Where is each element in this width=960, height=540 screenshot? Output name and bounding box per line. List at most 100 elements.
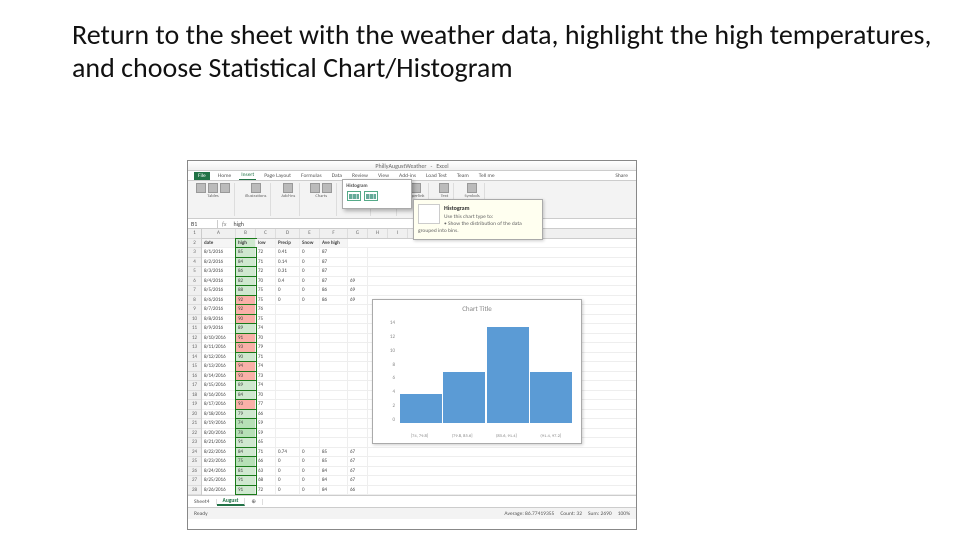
chart-bar[interactable] bbox=[400, 394, 442, 423]
table-row[interactable]: 8/25/20169168008467 bbox=[202, 476, 636, 486]
cell[interactable]: 8/3/2016 bbox=[202, 267, 236, 276]
cell[interactable] bbox=[320, 362, 348, 371]
cell[interactable]: 0.31 bbox=[276, 267, 300, 276]
cell[interactable]: 79 bbox=[236, 410, 256, 419]
cell[interactable]: 67 bbox=[348, 476, 368, 485]
header-cell[interactable]: date bbox=[202, 239, 236, 248]
cell[interactable]: 85 bbox=[320, 457, 348, 466]
tell-me[interactable]: Tell me bbox=[477, 172, 497, 180]
cell[interactable]: 75 bbox=[256, 286, 276, 295]
cell[interactable]: 87 bbox=[320, 248, 348, 257]
cell[interactable] bbox=[348, 419, 368, 428]
cell[interactable]: 8/16/2016 bbox=[202, 391, 236, 400]
cell[interactable]: 8/25/2016 bbox=[202, 476, 236, 485]
table-row[interactable]: 8/2/201684710.14087 bbox=[202, 258, 636, 268]
cell[interactable]: 0 bbox=[276, 286, 300, 295]
tab-team[interactable]: Team bbox=[455, 172, 471, 180]
chart-title[interactable]: Chart Title bbox=[373, 304, 581, 313]
cell[interactable] bbox=[300, 429, 320, 438]
cell[interactable]: 8/21/2016 bbox=[202, 438, 236, 447]
cell[interactable]: 71 bbox=[256, 353, 276, 362]
cell[interactable]: 0 bbox=[300, 467, 320, 476]
cell[interactable]: 59 bbox=[256, 419, 276, 428]
tab-page-layout[interactable]: Page Layout bbox=[262, 172, 293, 180]
cell[interactable] bbox=[276, 391, 300, 400]
cell[interactable]: 0 bbox=[300, 486, 320, 495]
cell[interactable]: 82 bbox=[236, 277, 256, 286]
table-row[interactable]: 8/26/20169172008466 bbox=[202, 486, 636, 496]
fx-icon[interactable]: fx bbox=[218, 220, 230, 228]
col-header[interactable]: A bbox=[202, 229, 236, 238]
cell[interactable]: 8/24/2016 bbox=[202, 467, 236, 476]
embedded-chart[interactable]: Chart Title 14121086420 [74, 79.8](79.8,… bbox=[372, 299, 582, 444]
cell[interactable]: 89 bbox=[236, 381, 256, 390]
cell[interactable]: 8/19/2016 bbox=[202, 419, 236, 428]
cell[interactable]: 75 bbox=[236, 457, 256, 466]
cell[interactable]: 74 bbox=[256, 362, 276, 371]
table-row[interactable]: 8/3/201686720.31087 bbox=[202, 267, 636, 277]
cell[interactable]: 8/23/2016 bbox=[202, 457, 236, 466]
cell[interactable]: 84 bbox=[320, 476, 348, 485]
cell[interactable]: 92 bbox=[236, 296, 256, 305]
cell[interactable]: 66 bbox=[256, 457, 276, 466]
cell[interactable]: 68 bbox=[256, 476, 276, 485]
cell[interactable]: 87 bbox=[320, 277, 348, 286]
sheet-tab-august[interactable]: August bbox=[217, 498, 246, 506]
cell[interactable]: 76 bbox=[256, 305, 276, 314]
cell[interactable]: 93 bbox=[236, 343, 256, 352]
col-header[interactable]: H bbox=[368, 229, 388, 238]
cell[interactable]: 84 bbox=[236, 258, 256, 267]
cell[interactable]: 0 bbox=[276, 296, 300, 305]
cell[interactable]: 0 bbox=[300, 258, 320, 267]
cell[interactable]: 86 bbox=[236, 267, 256, 276]
cell[interactable]: 0 bbox=[300, 267, 320, 276]
cell[interactable] bbox=[276, 362, 300, 371]
cell[interactable] bbox=[300, 400, 320, 409]
cell[interactable]: 85 bbox=[320, 448, 348, 457]
cell[interactable] bbox=[320, 400, 348, 409]
cell[interactable]: 89 bbox=[236, 324, 256, 333]
cell[interactable]: 81 bbox=[236, 467, 256, 476]
cell[interactable]: 70 bbox=[256, 277, 276, 286]
text-icon[interactable] bbox=[439, 183, 449, 193]
cell[interactable]: 86 bbox=[320, 286, 348, 295]
cell[interactable]: 0 bbox=[300, 248, 320, 257]
cell[interactable]: 84 bbox=[320, 467, 348, 476]
cell[interactable]: 71 bbox=[256, 258, 276, 267]
col-header[interactable]: G bbox=[348, 229, 368, 238]
cell[interactable] bbox=[348, 315, 368, 324]
cell[interactable] bbox=[348, 410, 368, 419]
new-sheet-button[interactable]: ⊕ bbox=[245, 499, 263, 505]
cell[interactable] bbox=[348, 438, 368, 447]
cell[interactable] bbox=[300, 324, 320, 333]
cell[interactable]: 74 bbox=[236, 419, 256, 428]
header-cell[interactable]: high bbox=[236, 239, 256, 248]
col-header[interactable]: D bbox=[276, 229, 300, 238]
cell[interactable]: 8/1/2016 bbox=[202, 248, 236, 257]
cell[interactable]: 8/20/2016 bbox=[202, 429, 236, 438]
cell[interactable]: 8/17/2016 bbox=[202, 400, 236, 409]
cell[interactable]: 75 bbox=[256, 315, 276, 324]
cell[interactable]: 69 bbox=[348, 277, 368, 286]
cell[interactable]: 0.4 bbox=[276, 277, 300, 286]
cell[interactable]: 71 bbox=[256, 448, 276, 457]
cell[interactable]: 0 bbox=[300, 286, 320, 295]
cell[interactable]: 0 bbox=[300, 296, 320, 305]
tab-formulas[interactable]: Formulas bbox=[299, 172, 324, 180]
cell[interactable] bbox=[320, 372, 348, 381]
cell[interactable] bbox=[348, 381, 368, 390]
cell[interactable] bbox=[276, 353, 300, 362]
cell[interactable] bbox=[348, 362, 368, 371]
cell[interactable] bbox=[276, 315, 300, 324]
cell[interactable]: 69 bbox=[348, 296, 368, 305]
cell[interactable] bbox=[348, 372, 368, 381]
cell[interactable]: 0 bbox=[300, 277, 320, 286]
cell[interactable]: 91 bbox=[236, 334, 256, 343]
cell[interactable]: 88 bbox=[236, 286, 256, 295]
cell[interactable] bbox=[320, 410, 348, 419]
table-row[interactable]: 8/4/201682700.408769 bbox=[202, 277, 636, 287]
cell[interactable]: 86 bbox=[320, 296, 348, 305]
cell[interactable] bbox=[320, 305, 348, 314]
table-row[interactable]: 8/1/201685720.41087 bbox=[202, 248, 636, 258]
cell[interactable]: 87 bbox=[320, 258, 348, 267]
